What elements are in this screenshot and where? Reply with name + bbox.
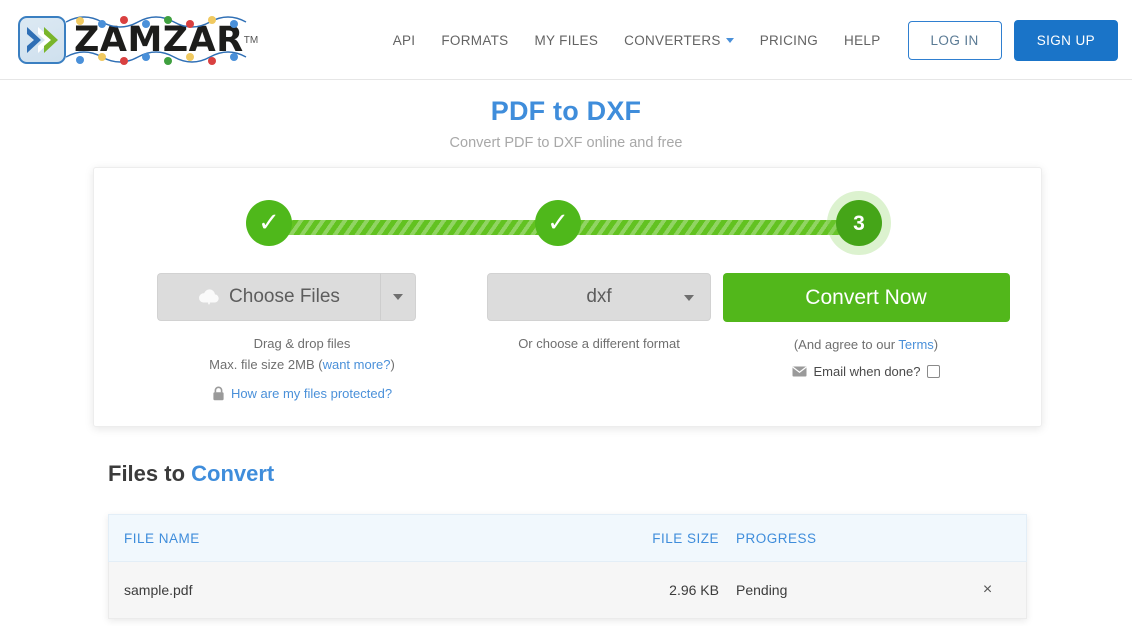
nav-label: HELP (844, 33, 880, 48)
page-title: PDF to DXF (0, 96, 1132, 127)
column-header-file-size: FILE SIZE (629, 531, 719, 546)
nav-item-formats[interactable]: FORMATS (428, 25, 521, 56)
nav-item-api[interactable]: API (380, 25, 429, 56)
step-1-complete: ✓ (246, 200, 292, 246)
max-size-text: Max. file size 2MB ( (209, 357, 322, 372)
chevron-down-icon (726, 38, 734, 43)
choose-files-button[interactable]: Choose Files (157, 273, 380, 321)
email-when-done-label: Email when done? (814, 364, 921, 379)
progress-steps: ✓ ✓ 3 (246, 200, 891, 256)
site-header: ZAMZAR TM (0, 0, 1132, 80)
conversion-card: ✓ ✓ 3 Choose Files (93, 167, 1042, 427)
format-select[interactable]: dxf (487, 273, 711, 321)
double-chevron-icon (18, 16, 66, 64)
nav-label: FORMATS (441, 33, 508, 48)
files-table: FILE NAME FILE SIZE PROGRESS sample.pdf … (108, 514, 1027, 619)
format-hint: Or choose a different format (454, 334, 744, 353)
choose-files-group: Choose Files (157, 273, 416, 321)
step-connector-1 (286, 220, 546, 235)
lock-icon (212, 386, 225, 401)
files-section-heading: Files to Convert (108, 461, 274, 487)
convert-now-button[interactable]: Convert Now (723, 273, 1010, 322)
cell-file-name: sample.pdf (109, 582, 629, 598)
choose-files-dropdown-toggle[interactable] (380, 273, 416, 321)
chevron-down-icon (684, 295, 694, 301)
email-when-done-row: Email when done? (721, 364, 1011, 379)
cloud-upload-icon (198, 288, 220, 306)
main-navigation: API FORMATS MY FILES CONVERTERS PRICING … (380, 0, 1118, 80)
logo-text: ZAMZAR (74, 23, 244, 58)
step-2-complete: ✓ (535, 200, 581, 246)
logo[interactable]: ZAMZAR TM (18, 8, 258, 72)
column-header-progress: PROGRESS (719, 531, 949, 546)
terms-suffix: ) (934, 337, 938, 352)
nav-item-converters[interactable]: CONVERTERS (611, 25, 747, 56)
cell-progress-status: Pending (719, 582, 949, 598)
want-more-link[interactable]: want more? (323, 357, 391, 372)
files-table-header: FILE NAME FILE SIZE PROGRESS (108, 514, 1027, 562)
check-icon: ✓ (547, 209, 569, 235)
cell-file-size: 2.96 KB (629, 582, 719, 598)
nav-label: API (393, 33, 416, 48)
nav-item-help[interactable]: HELP (831, 25, 893, 56)
files-protected-row: How are my files protected? (157, 386, 447, 401)
close-icon[interactable]: × (975, 581, 1001, 599)
choose-files-label: Choose Files (229, 286, 340, 308)
check-icon: ✓ (258, 209, 280, 235)
logo-trademark: TM (244, 35, 258, 46)
step-connector-2 (576, 220, 854, 235)
step-3-current: 3 (836, 200, 882, 246)
convert-column: Convert Now (And agree to our Terms) Ema… (721, 273, 1011, 379)
nav-item-my-files[interactable]: MY FILES (521, 25, 611, 56)
max-size-suffix: ) (391, 357, 395, 372)
nav-label: PRICING (760, 33, 818, 48)
cell-actions: × (949, 581, 1026, 599)
table-row: sample.pdf 2.96 KB Pending × (108, 562, 1027, 619)
email-when-done-checkbox[interactable] (927, 365, 940, 378)
drag-drop-hint: Drag & drop files (157, 334, 447, 353)
format-column: dxf Or choose a different format (454, 273, 744, 353)
column-header-file-name: FILE NAME (109, 531, 629, 546)
signup-button[interactable]: SIGN UP (1014, 20, 1118, 61)
nav-label: CONVERTERS (624, 33, 721, 48)
chevron-down-icon (393, 294, 403, 300)
step-number: 3 (853, 213, 865, 234)
envelope-icon (792, 366, 807, 377)
login-button[interactable]: LOG IN (908, 21, 1002, 60)
terms-link[interactable]: Terms (898, 337, 933, 352)
files-protected-link[interactable]: How are my files protected? (231, 386, 392, 401)
nav-item-pricing[interactable]: PRICING (747, 25, 831, 56)
page-subtitle: Convert PDF to DXF online and free (0, 135, 1132, 151)
format-value: dxf (586, 286, 611, 308)
files-heading-accent: Convert (191, 461, 274, 486)
max-size-hint: Max. file size 2MB (want more?) (157, 355, 447, 374)
terms-hint: (And agree to our Terms) (721, 335, 1011, 354)
terms-prefix: (And agree to our (794, 337, 899, 352)
files-heading-plain: Files to (108, 461, 191, 486)
nav-label: MY FILES (534, 33, 598, 48)
choose-files-column: Choose Files Drag & drop files Max. file… (157, 273, 447, 401)
